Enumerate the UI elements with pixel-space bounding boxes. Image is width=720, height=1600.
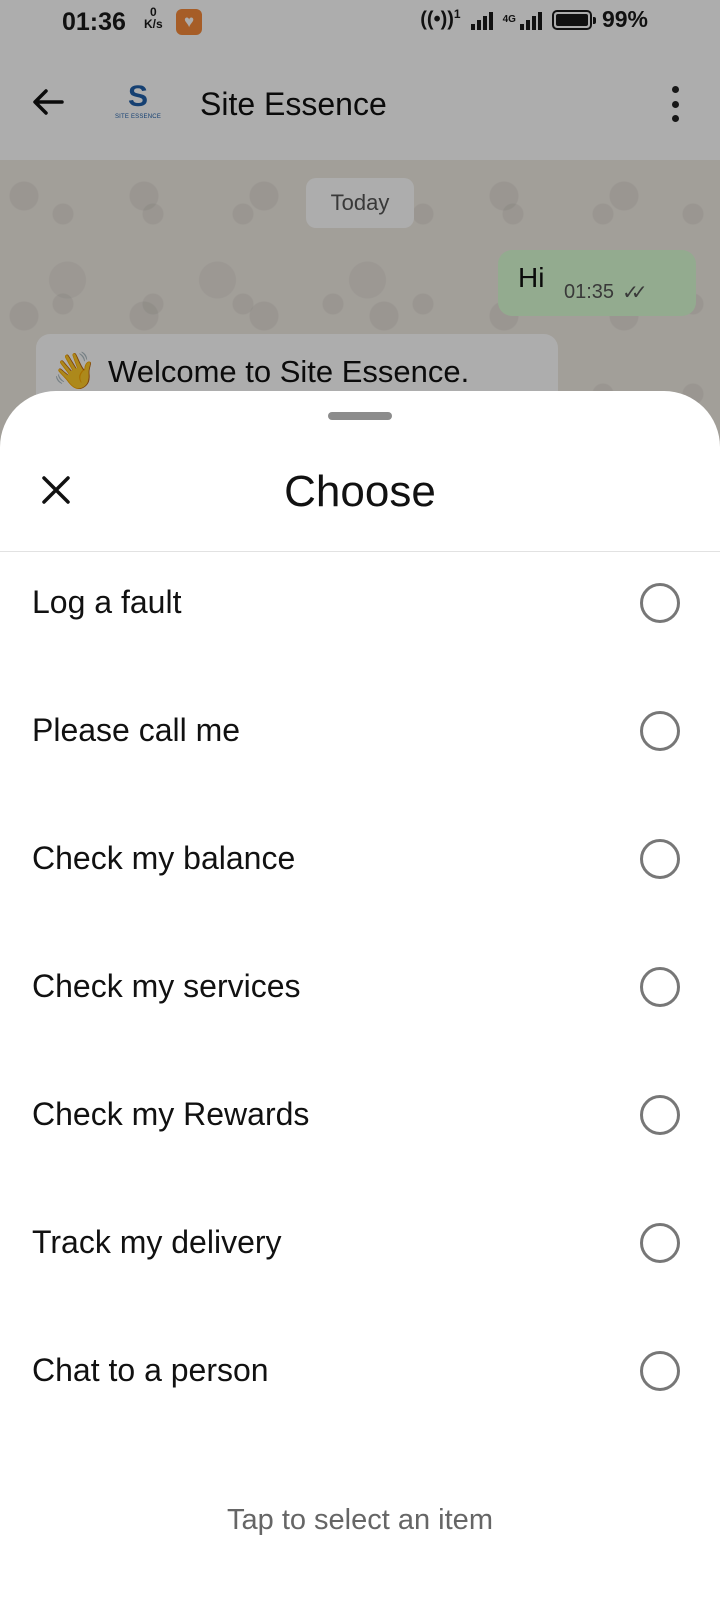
option-log-a-fault[interactable]: Log a fault bbox=[0, 540, 720, 668]
radio-button[interactable] bbox=[640, 967, 680, 1007]
option-label: Check my services bbox=[32, 968, 301, 1004]
option-track-my-delivery[interactable]: Track my delivery bbox=[0, 1180, 720, 1308]
option-label: Log a fault bbox=[32, 584, 182, 620]
choose-bottom-sheet: Choose Log a fault Please call me Check … bbox=[0, 391, 720, 1600]
option-check-my-balance[interactable]: Check my balance bbox=[0, 796, 720, 924]
option-label: Track my delivery bbox=[32, 1224, 282, 1260]
radio-button[interactable] bbox=[640, 1095, 680, 1135]
option-check-my-services[interactable]: Check my services bbox=[0, 924, 720, 1052]
option-label: Chat to a person bbox=[32, 1352, 269, 1388]
option-label: Check my balance bbox=[32, 840, 296, 876]
option-check-my-rewards[interactable]: Check my Rewards bbox=[0, 1052, 720, 1180]
radio-button[interactable] bbox=[640, 839, 680, 879]
radio-button[interactable] bbox=[640, 1223, 680, 1263]
sheet-footer-hint: Tap to select an item bbox=[227, 1504, 493, 1536]
option-please-call-me[interactable]: Please call me bbox=[0, 668, 720, 796]
option-chat-to-a-person[interactable]: Chat to a person bbox=[0, 1308, 720, 1436]
radio-button[interactable] bbox=[640, 583, 680, 623]
option-label: Please call me bbox=[32, 712, 241, 748]
radio-button[interactable] bbox=[640, 711, 680, 751]
sheet-title: Choose bbox=[284, 467, 436, 516]
drag-handle[interactable] bbox=[328, 412, 392, 420]
radio-button[interactable] bbox=[640, 1351, 680, 1391]
option-label: Check my Rewards bbox=[32, 1096, 310, 1132]
